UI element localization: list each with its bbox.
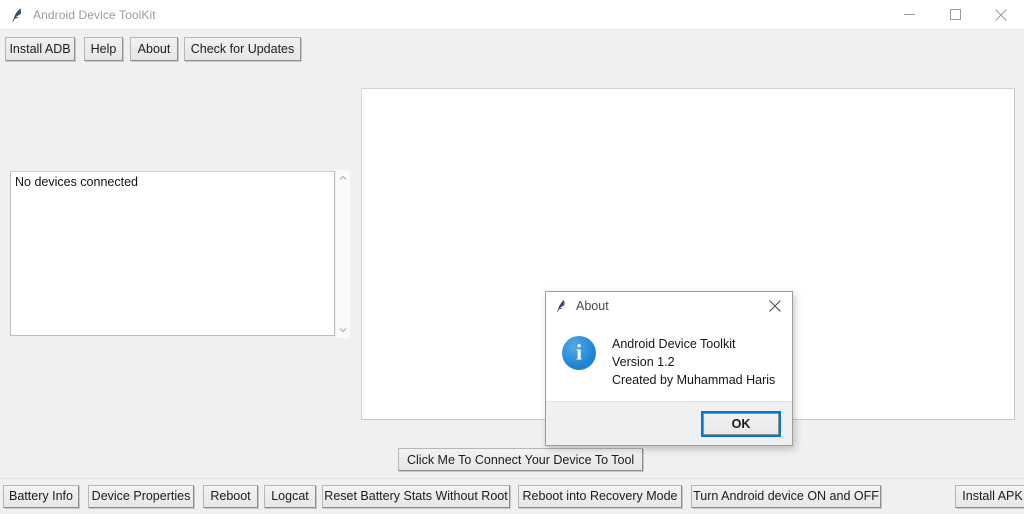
check-for-updates-button[interactable]: Check for Updates [184, 37, 301, 61]
application-window: Android Device ToolKit Install ADB Help … [0, 0, 1024, 514]
reboot-button[interactable]: Reboot [203, 485, 258, 508]
device-list-box[interactable]: No devices connected [10, 171, 335, 336]
logcat-button[interactable]: Logcat [264, 485, 316, 508]
window-title: Android Device ToolKit [33, 7, 156, 22]
titlebar: Android Device ToolKit [0, 0, 1024, 30]
maximize-icon[interactable] [932, 0, 978, 29]
feather-icon [12, 7, 22, 21]
about-dialog-titlebar: About [546, 292, 792, 320]
connect-device-button[interactable]: Click Me To Connect Your Device To Tool [398, 448, 644, 471]
bottom-toolbar: Battery Info Device Properties Reboot Lo… [0, 479, 1024, 514]
help-button[interactable]: Help [84, 37, 123, 61]
info-icon-glyph: i [575, 339, 583, 365]
turn-android-device-on-off-button[interactable]: Turn Android device ON and OFF [691, 485, 881, 508]
about-app-name: Android Device Toolkit [612, 337, 736, 351]
device-list-text: No devices connected [15, 175, 138, 189]
about-version: Version 1.2 [612, 355, 675, 370]
device-list-scrollbar[interactable] [335, 170, 350, 338]
about-button[interactable]: About [130, 37, 178, 61]
feather-icon [556, 300, 565, 312]
close-icon[interactable] [758, 292, 792, 320]
about-dialog-title: About [576, 299, 609, 313]
about-dialog-body: i Android Device Toolkit Version 1.2 Cre… [546, 320, 792, 401]
top-toolbar: Install ADB Help About Check for Updates [0, 29, 1024, 69]
close-icon[interactable] [978, 0, 1024, 29]
battery-info-button[interactable]: Battery Info [3, 485, 79, 508]
window-controls [886, 0, 1024, 29]
reboot-into-recovery-mode-button[interactable]: Reboot into Recovery Mode [518, 485, 682, 508]
scrollbar-track[interactable] [336, 186, 350, 322]
about-author: Created by Muhammad Haris [612, 373, 776, 388]
chevron-down-icon[interactable] [336, 322, 350, 338]
install-adb-button[interactable]: Install ADB [5, 37, 75, 61]
info-icon: i [562, 336, 596, 370]
ok-button[interactable]: OK [701, 410, 781, 437]
reset-battery-stats-button[interactable]: Reset Battery Stats Without Root [322, 485, 510, 508]
minimize-icon[interactable] [886, 0, 932, 29]
about-dialog-text: Android Device Toolkit Version 1.2 Creat… [612, 334, 775, 389]
chevron-up-icon[interactable] [336, 170, 350, 186]
device-properties-button[interactable]: Device Properties [88, 485, 194, 508]
about-dialog-footer: OK [546, 401, 792, 445]
about-dialog: About i Android Device Toolkit Version 1… [545, 291, 793, 446]
install-apk-button[interactable]: Install APK [955, 485, 1024, 508]
